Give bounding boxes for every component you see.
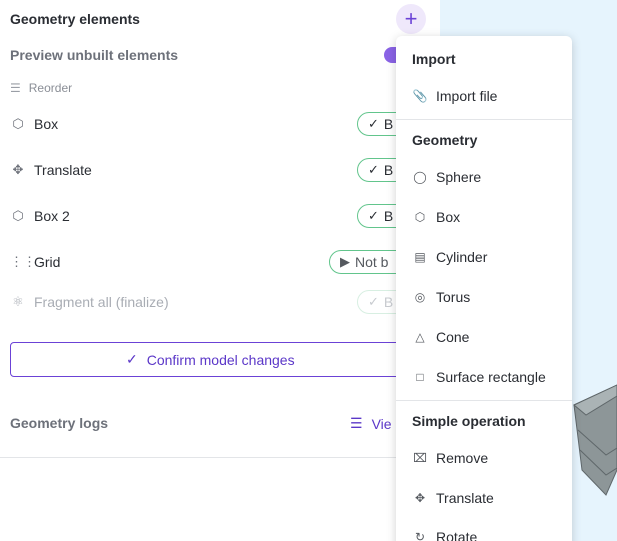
- menu-item-label: Rotate: [436, 529, 478, 541]
- cylinder-icon: ▤: [414, 250, 426, 264]
- move-icon: ✥: [12, 162, 24, 177]
- menu-item-label: Sphere: [436, 169, 482, 185]
- menu-item-label: Box: [436, 209, 461, 225]
- menu-separator: [396, 400, 572, 401]
- element-row[interactable]: ⬡ Box 2 ✓ B: [10, 204, 430, 228]
- panel-title: Geometry elements: [10, 11, 140, 27]
- move-icon: ✥: [414, 491, 426, 505]
- menu-item-rotate[interactable]: ↻ Rotate: [412, 526, 562, 541]
- menu-item-torus[interactable]: ◎ Torus: [412, 286, 562, 308]
- menu-item-translate[interactable]: ✥ Translate: [412, 487, 562, 509]
- menu-item-cone[interactable]: △ Cone: [412, 326, 562, 348]
- geometry-logs-label: Geometry logs: [10, 415, 109, 431]
- menu-item-label: Cone: [436, 329, 470, 345]
- menu-item-label: Surface rectangle: [436, 369, 546, 385]
- reorder-button[interactable]: ☰ Reorder: [10, 81, 72, 95]
- menu-item-label: Translate: [436, 490, 494, 506]
- view-label: Vie: [371, 415, 392, 432]
- menu-item-sphere[interactable]: ◯ Sphere: [412, 166, 562, 188]
- menu-item-label: Torus: [436, 289, 471, 305]
- paperclip-icon: 📎: [412, 89, 428, 103]
- plus-icon: +: [404, 6, 418, 31]
- cube-icon: ⬡: [12, 208, 24, 223]
- sphere-icon: ◯: [413, 170, 427, 184]
- check-icon: ✓: [368, 208, 379, 223]
- fragment-icon: ⚛: [12, 294, 24, 309]
- status-label: B: [383, 294, 394, 310]
- square-icon: □: [416, 370, 424, 384]
- add-element-menu: Import 📎 Import file Geometry ◯ Sphere ⬡…: [396, 36, 572, 541]
- menu-item-surface-rectangle[interactable]: □ Surface rectangle: [412, 366, 562, 388]
- play-icon: ▶: [340, 254, 350, 269]
- cube-icon: ⬡: [414, 210, 426, 224]
- menu-item-remove[interactable]: ⌧ Remove: [412, 447, 562, 469]
- menu-item-label: Import file: [436, 88, 498, 104]
- menu-section-import: Import: [412, 51, 456, 67]
- element-name: Fragment all (finalize): [34, 294, 169, 310]
- cone-icon: △: [415, 330, 425, 344]
- status-label: Not b: [355, 254, 389, 270]
- cube-icon: ⬡: [12, 116, 24, 131]
- menu-section-geometry: Geometry: [412, 132, 478, 148]
- geometry-panel: Geometry elements + Preview unbuilt elem…: [0, 0, 440, 541]
- check-icon: ✓: [368, 162, 379, 177]
- status-label: B: [383, 162, 394, 178]
- status-label: B: [383, 208, 394, 224]
- menu-item-box[interactable]: ⬡ Box: [412, 206, 562, 228]
- preview-unbuilt-label: Preview unbuilt elements: [10, 47, 179, 63]
- menu-item-cylinder[interactable]: ▤ Cylinder: [412, 246, 562, 268]
- element-row[interactable]: ⋮⋮ Grid ▶ Not b: [10, 250, 430, 274]
- element-row[interactable]: ⬡ Box ✓ B: [10, 112, 430, 136]
- status-label: B: [383, 116, 394, 132]
- check-icon: ✓: [126, 351, 138, 367]
- list-check-icon: ☰: [350, 415, 363, 431]
- divider: [0, 457, 440, 458]
- view-logs-button[interactable]: ☰ Vie: [350, 415, 392, 432]
- menu-item-label: Remove: [436, 450, 489, 466]
- reorder-label: Reorder: [28, 81, 73, 95]
- confirm-model-changes-button[interactable]: ✓ Confirm model changes: [10, 342, 410, 377]
- reorder-icon: ☰: [10, 81, 21, 95]
- element-name: Translate: [34, 162, 92, 178]
- menu-separator: [396, 119, 572, 120]
- grid-icon: ⋮⋮: [10, 254, 36, 269]
- element-row[interactable]: ✥ Translate ✓ B: [10, 158, 430, 182]
- element-name: Box: [34, 116, 59, 132]
- rotate-icon: ↻: [414, 530, 426, 541]
- confirm-label: Confirm model changes: [146, 351, 295, 368]
- add-element-button[interactable]: +: [396, 4, 426, 34]
- element-name: Box 2: [34, 208, 70, 224]
- torus-icon: ◎: [414, 290, 426, 304]
- menu-item-label: Cylinder: [436, 249, 488, 265]
- remove-icon: ⌧: [413, 451, 427, 465]
- check-icon: ✓: [368, 294, 379, 309]
- element-name: Grid: [34, 254, 61, 270]
- element-row: ⚛ Fragment all (finalize) ✓ B: [10, 290, 430, 314]
- check-icon: ✓: [368, 116, 379, 131]
- menu-section-simple-operation: Simple operation: [412, 413, 526, 429]
- menu-item-import-file[interactable]: 📎 Import file: [412, 85, 562, 107]
